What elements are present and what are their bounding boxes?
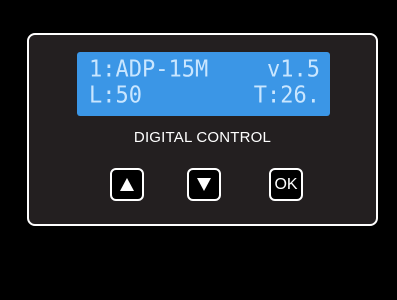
lcd-device-id: 1:ADP-15M — [89, 56, 209, 83]
ok-button[interactable]: OK — [269, 168, 303, 201]
down-button[interactable] — [187, 168, 221, 201]
panel-label: DIGITAL CONTROL — [133, 129, 272, 146]
lcd-display: 1:ADP-15M v1.5 L:50 T:26. — [77, 52, 330, 116]
lcd-level: L:50 — [89, 82, 142, 109]
triangle-up-icon — [120, 178, 134, 191]
ok-button-label: OK — [274, 175, 298, 193]
lcd-row-2: L:50 T:26. — [89, 82, 320, 109]
lcd-temperature: T:26. — [253, 82, 320, 109]
lcd-version: v1.5 — [267, 56, 320, 83]
triangle-down-icon — [197, 178, 211, 191]
control-panel: 1:ADP-15M v1.5 L:50 T:26. DIGITAL CONTRO… — [27, 33, 378, 226]
lcd-row-1: 1:ADP-15M v1.5 — [89, 56, 320, 83]
up-button[interactable] — [110, 168, 144, 201]
